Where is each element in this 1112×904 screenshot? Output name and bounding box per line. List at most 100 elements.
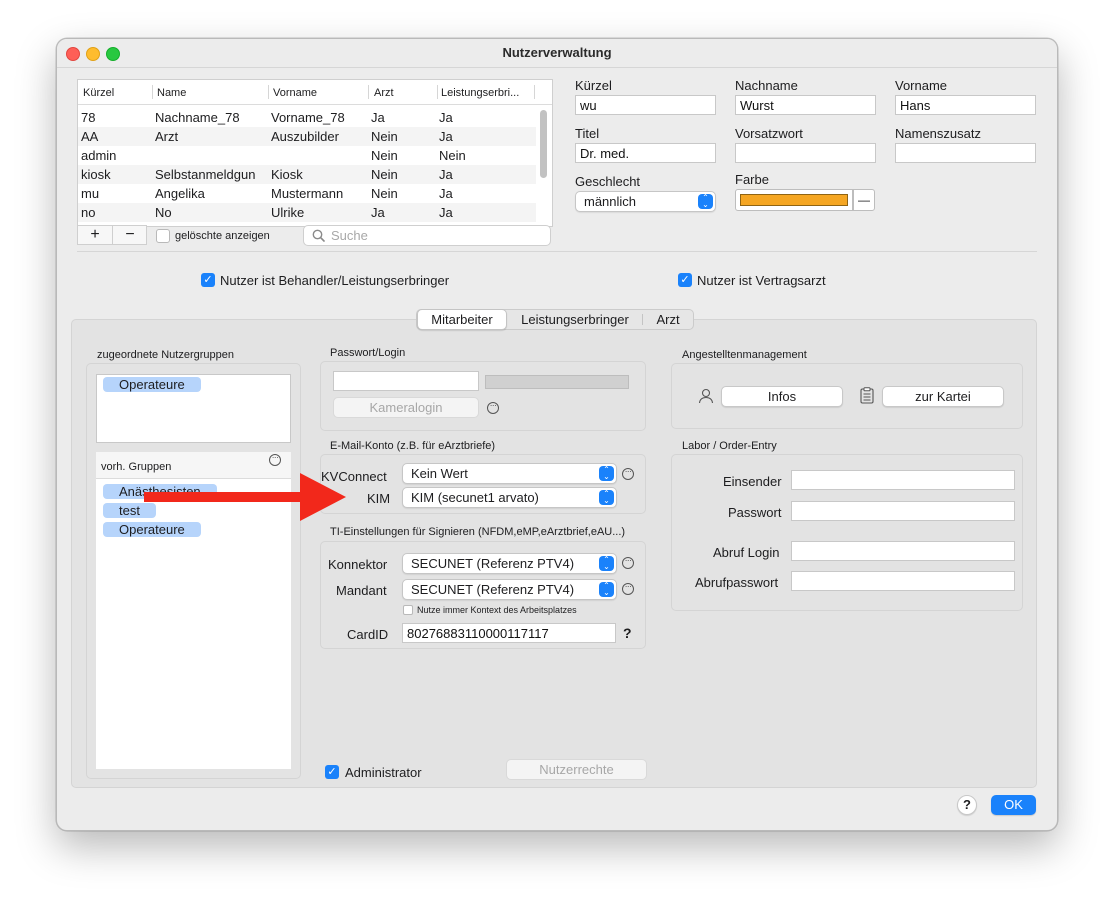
cardid-field[interactable]: 80276883110000117117 (402, 623, 616, 643)
vorname-field[interactable]: Hans (895, 95, 1036, 115)
table-cell: Ja (436, 165, 536, 184)
tab-leistungserbringer[interactable]: Leistungserbringer (509, 310, 641, 329)
context-label: Nutze immer Kontext des Arbeitsplatzes (417, 605, 577, 615)
column-header-leistungserbringer[interactable]: Leistungserbri... (441, 87, 519, 99)
ok-button[interactable]: OK (991, 795, 1036, 815)
ti-title: TI-Einstellungen für Signieren (NFDM,eMP… (330, 526, 626, 538)
column-header-vorname[interactable]: Vorname (273, 87, 317, 99)
angestellte-box: Infos zur Kartei (671, 363, 1023, 429)
groups-box: vorh. Gruppen ··· (86, 363, 301, 779)
konnektor-label: Konnektor (328, 557, 388, 572)
abruf-login-field[interactable] (791, 541, 1015, 561)
administrator-checkbox[interactable]: ✓ (325, 765, 339, 779)
chevron-updown-icon: ⌃ ⌄ (698, 194, 713, 209)
mandant-value: SECUNET (Referenz PTV4) (411, 582, 575, 597)
kuerzel-label: Kürzel (575, 78, 612, 93)
table-row[interactable]: no No Ulrike Ja Ja (78, 203, 536, 222)
zur-kartei-button[interactable]: zur Kartei (882, 386, 1004, 407)
cardid-help-icon[interactable]: ? (623, 625, 632, 641)
geschlecht-popup[interactable]: männlich ⌃ ⌄ (575, 191, 716, 212)
search-field[interactable]: Suche (303, 225, 551, 246)
show-deleted-checkbox[interactable] (156, 229, 170, 243)
kvconnect-popup[interactable]: Kein Wert ⌃ ⌄ (402, 463, 617, 484)
table-cell: Ja (436, 127, 536, 146)
camera-login-button[interactable]: Kameralogin (333, 397, 479, 418)
email-title: E-Mail-Konto (z.B. für eArztbriefe) (330, 440, 496, 452)
passwort-label: Passwort (728, 505, 782, 520)
context-checkbox[interactable] (403, 605, 413, 615)
tab-arzt[interactable]: Arzt (643, 310, 693, 329)
table-cell: Selbstanmeldgun (152, 165, 268, 184)
mandant-label: Mandant (336, 583, 387, 598)
user-management-window: Nutzerverwaltung Kürzel Name Vorname Arz… (56, 38, 1058, 831)
color-options-button[interactable]: — (853, 189, 875, 211)
kuerzel-field[interactable]: wu (575, 95, 716, 115)
infos-button[interactable]: Infos (721, 386, 843, 407)
titel-field[interactable]: Dr. med. (575, 143, 716, 163)
einsender-field[interactable] (791, 470, 1015, 490)
add-user-button[interactable]: + (78, 226, 112, 244)
window-title: Nutzerverwaltung (502, 45, 612, 60)
labor-password-field[interactable] (791, 501, 1015, 521)
konnektor-value: SECUNET (Referenz PTV4) (411, 556, 575, 571)
konnektor-options-icon[interactable]: ··· (622, 557, 634, 569)
assigned-group-tag[interactable]: Operateure (103, 377, 201, 392)
color-well[interactable] (735, 189, 853, 211)
table-scrollbar[interactable] (538, 108, 548, 224)
table-cell: 78 (81, 110, 96, 125)
remove-user-button[interactable]: − (113, 226, 147, 244)
table-row[interactable]: 78 Nachname_78 Vorname_78 Ja Ja (78, 108, 536, 127)
farbe-label: Farbe (735, 172, 769, 187)
abrufpasswort-field[interactable] (791, 571, 1015, 591)
kim-popup[interactable]: KIM (secunet1 arvato) ⌃ ⌄ (402, 487, 617, 508)
column-header-arzt[interactable]: Arzt (374, 87, 394, 99)
chevron-updown-icon: ⌃ ⌄ (599, 582, 614, 597)
mandant-options-icon[interactable]: ··· (622, 583, 634, 595)
table-cell: Nein (368, 165, 436, 184)
table-cell: Nachname_78 (155, 110, 240, 125)
kvconnect-options-icon[interactable]: ··· (622, 468, 634, 480)
camera-login-options-icon[interactable]: ··· (487, 402, 499, 414)
mandant-popup[interactable]: SECUNET (Referenz PTV4) ⌃ ⌄ (402, 579, 617, 600)
abrufpasswort-label: Abrufpasswort (695, 575, 779, 590)
table-cell: Ulrike (268, 203, 368, 222)
table-cell: Nein (371, 186, 398, 201)
table-row[interactable]: mu Angelika Mustermann Nein Ja (78, 184, 536, 203)
table-cell: admin (81, 148, 117, 163)
tab-bar: Mitarbeiter Leistungserbringer Arzt (416, 309, 694, 330)
table-row[interactable]: kiosk Selbstanmeldgun Kiosk Nein Ja (78, 165, 536, 184)
column-header-kuerzel[interactable]: Kürzel (83, 87, 114, 99)
vertragsarzt-checkbox[interactable]: ✓ (678, 273, 692, 287)
user-table-body: 78 Nachname_78 Vorname_78 Ja Ja AA Arzt Auszubi… (78, 108, 536, 222)
konnektor-popup[interactable]: SECUNET (Referenz PTV4) ⌃ ⌄ (402, 553, 617, 574)
labor-title: Labor / Order-Entry (682, 440, 777, 452)
assigned-groups-title: zugeordnete Nutzergruppen (97, 349, 234, 361)
nachname-field[interactable]: Wurst (735, 95, 876, 115)
person-icon (698, 388, 714, 404)
password-strength-bar (485, 375, 629, 389)
kim-value: KIM (secunet1 arvato) (411, 490, 539, 505)
available-groups-options-icon[interactable]: ··· (269, 454, 281, 466)
table-cell: Arzt (152, 127, 268, 146)
password-field[interactable] (333, 371, 479, 391)
help-button[interactable]: ? (957, 795, 977, 815)
nutzerrechte-button[interactable]: Nutzerrechte (506, 759, 647, 780)
scrollbar-thumb[interactable] (540, 110, 547, 178)
table-row[interactable]: AA Arzt Auszubilder Nein Ja (78, 127, 536, 146)
table-cell: mu (81, 186, 100, 201)
table-cell: Ja (439, 186, 453, 201)
chevron-updown-icon: ⌃ ⌄ (599, 490, 614, 505)
search-placeholder: Suche (331, 228, 368, 243)
table-cell: AA (78, 127, 152, 146)
namenszusatz-field[interactable] (895, 143, 1036, 163)
table-cell: Nein (371, 148, 398, 163)
geschlecht-value: männlich (584, 194, 637, 209)
behandler-checkbox[interactable]: ✓ (201, 273, 215, 287)
table-cell: Ja (368, 203, 436, 222)
kim-label: KIM (367, 491, 391, 506)
column-header-name[interactable]: Name (157, 87, 186, 99)
table-row[interactable]: admin Nein Nein (78, 146, 536, 165)
vorsatzwort-field[interactable] (735, 143, 876, 163)
tab-mitarbeiter[interactable]: Mitarbeiter (417, 309, 507, 330)
search-icon (312, 229, 325, 242)
